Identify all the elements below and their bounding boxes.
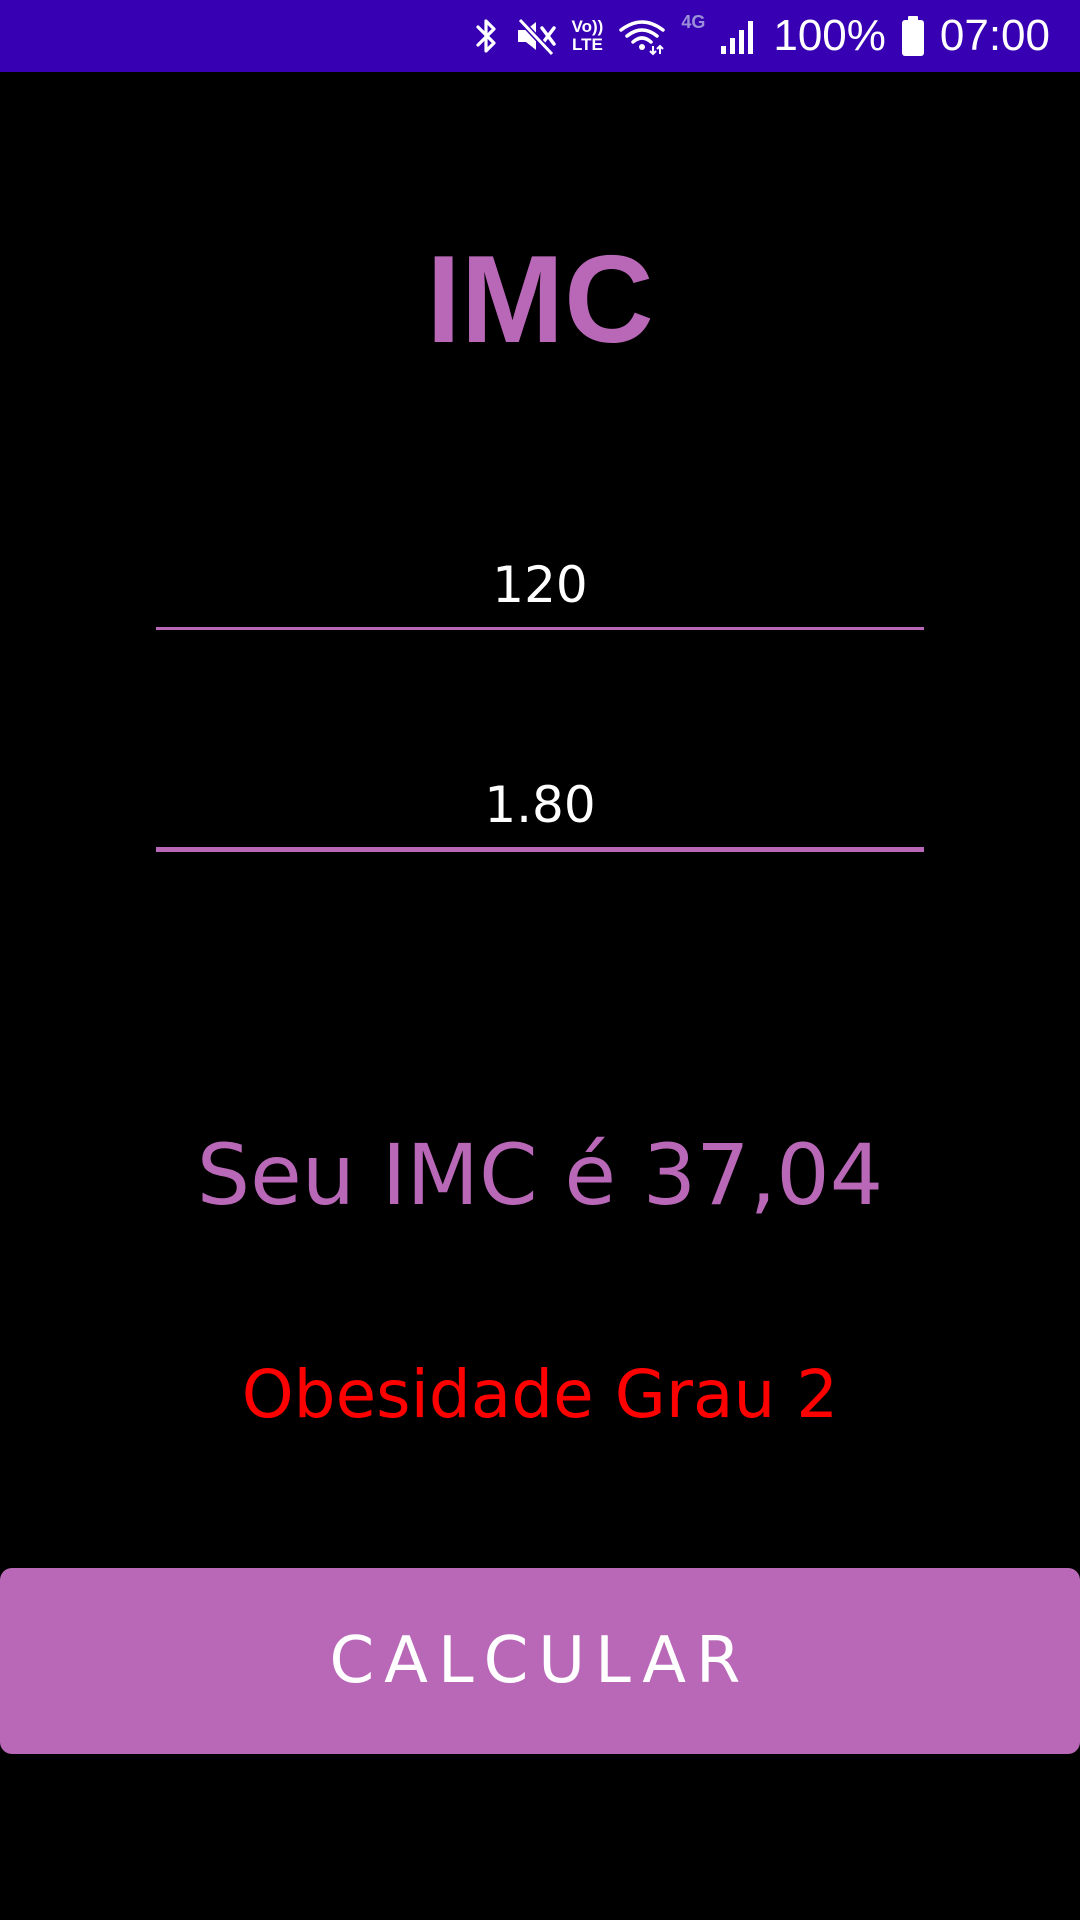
height-field [156, 770, 924, 852]
height-input[interactable] [156, 770, 924, 840]
network-type-label: 4G [681, 11, 706, 32]
height-input-underline [156, 847, 924, 852]
weight-field [156, 550, 924, 630]
weight-input[interactable] [156, 550, 924, 620]
battery-icon [900, 15, 926, 57]
calculate-button[interactable]: CALCULAR [0, 1568, 1080, 1754]
weight-input-underline [156, 627, 924, 630]
mute-icon [514, 16, 558, 56]
volte-top-label: Vo)) [571, 17, 604, 36]
signal-icon [719, 16, 759, 56]
volte-bottom-label: LTE [572, 35, 603, 54]
wifi-icon [617, 16, 667, 56]
status-bar: Vo)) LTE 4G 100% 07:00 [0, 0, 1080, 72]
bluetooth-icon [472, 16, 500, 56]
volte-icon: Vo)) LTE [572, 18, 604, 54]
status-icons: Vo)) LTE 4G 100% 07:00 [472, 0, 1050, 72]
clock: 07:00 [939, 11, 1050, 60]
imc-classification-text: Obesidade Grau 2 [241, 1356, 839, 1433]
battery-percent: 100% [773, 11, 886, 60]
imc-result-text: Seu IMC é 37,04 [196, 1126, 884, 1224]
app-title: IMC [426, 231, 654, 369]
app-screen: Vo)) LTE 4G 100% 07:00 IMC 120 1.80 Seu … [0, 0, 1080, 1920]
